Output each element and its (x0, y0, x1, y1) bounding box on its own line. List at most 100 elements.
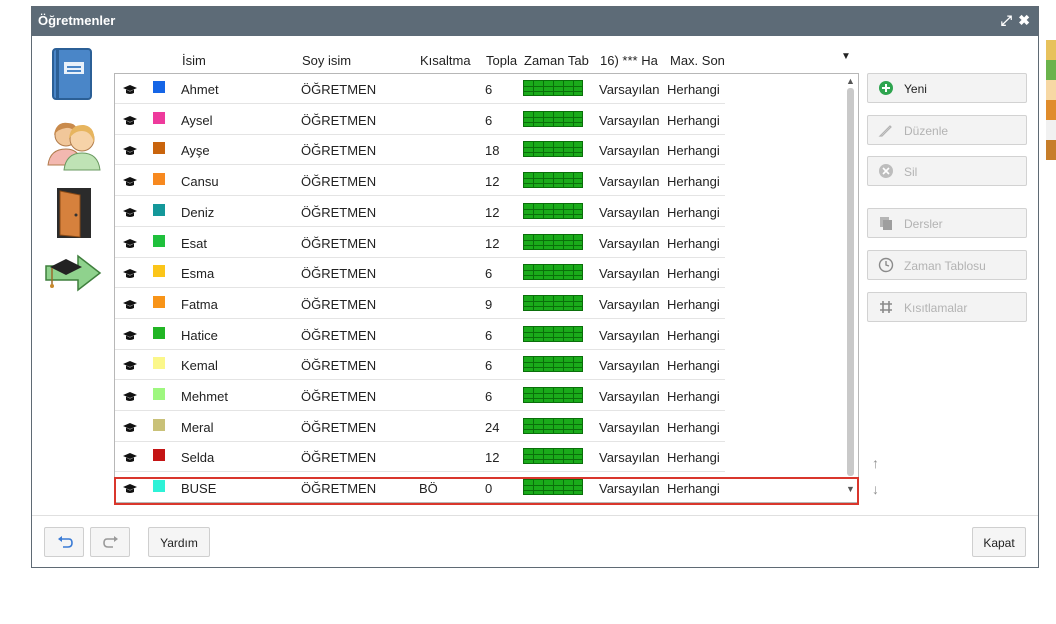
move-down-icon[interactable]: ↓ (872, 481, 879, 497)
background-app-edge (1046, 40, 1056, 160)
delete-button[interactable]: Sil (867, 156, 1027, 186)
cell-isim: Ayşe (181, 143, 210, 159)
teacher-cap-icon (123, 299, 137, 309)
edit-button[interactable]: Düzenle (867, 115, 1027, 145)
teacher-cap-icon (123, 453, 137, 463)
column-chooser-icon[interactable]: ▼ (841, 51, 851, 62)
table-row[interactable]: BUSE ÖĞRETMEN BÖ 0 Varsayılan Herhangi (115, 473, 725, 502)
constraints-button[interactable]: Kısıtlamalar (867, 292, 1027, 322)
cell-16-ha: Varsayılan (599, 327, 660, 343)
cell-soyisim: ÖĞRETMEN (301, 82, 377, 97)
col-kisaltma[interactable]: Kısaltma (420, 53, 482, 68)
close-button[interactable]: Kapat (972, 527, 1026, 557)
cell-max-son: Herhangi (667, 204, 720, 220)
col-soyisim[interactable]: Soy isim (302, 53, 382, 68)
table-row[interactable]: Aysel ÖĞRETMEN 6 Varsayılan Herhangi (115, 105, 725, 135)
cell-max-son: Herhangi (667, 450, 720, 466)
cell-16-ha: Varsayılan (599, 296, 660, 312)
help-button-label: Yardım (160, 536, 198, 550)
teacher-color-swatch (153, 418, 165, 431)
cell-toplam: 9 (485, 296, 493, 312)
timetable-preview (523, 356, 583, 373)
close-icon[interactable]: ✖ (1018, 12, 1030, 28)
col-zaman-tablosu[interactable]: Zaman Tab (524, 53, 596, 68)
scroll-up-icon[interactable]: ▲ (846, 76, 855, 86)
table-row[interactable]: Mehmet ÖĞRETMEN 6 Varsayılan Herhangi (115, 381, 725, 411)
move-up-icon[interactable]: ↑ (872, 455, 879, 471)
redo-button[interactable] (90, 527, 130, 557)
undo-icon (58, 536, 73, 548)
redo-icon (103, 536, 118, 548)
cell-toplam: 0 (485, 481, 493, 497)
col-max-son[interactable]: Max. Son (670, 53, 726, 68)
scrollbar-thumb[interactable] (847, 88, 854, 476)
cell-max-son: Herhangi (667, 389, 720, 404)
teacher-cap-icon (123, 85, 137, 94)
cell-toplam: 12 (485, 450, 500, 466)
timetable-preview (523, 80, 583, 96)
teacher-color-swatch (153, 265, 165, 278)
footer-divider (32, 515, 1038, 516)
table-row[interactable]: Esma ÖĞRETMEN 6 Varsayılan Herhangi (115, 258, 725, 289)
timetable-button[interactable]: Zaman Tablosu (867, 250, 1027, 280)
table-row[interactable]: Esat ÖĞRETMEN 12 Varsayılan Herhangi (115, 228, 725, 258)
table-row[interactable]: Fatma ÖĞRETMEN 9 Varsayılan Herhangi (115, 289, 725, 319)
new-button-label: Yeni (904, 82, 927, 96)
table-row[interactable]: Ayşe ÖĞRETMEN 18 Varsayılan Herhangi (115, 135, 725, 166)
cell-max-son: Herhangi (667, 327, 720, 343)
new-button[interactable]: Yeni (867, 73, 1027, 103)
table-row[interactable]: Ahmet ÖĞRETMEN 6 Varsayılan Herhangi (115, 74, 725, 104)
cell-soyisim: ÖĞRETMEN (301, 450, 377, 466)
table-row[interactable]: Kemal ÖĞRETMEN 6 Varsayılan Herhangi (115, 350, 725, 381)
scroll-down-icon[interactable]: ▼ (846, 484, 855, 494)
expand-icon[interactable]: ⤢ (1001, 12, 1012, 28)
table-row[interactable]: Selda ÖĞRETMEN 12 Varsayılan Herhangi (115, 442, 725, 473)
col-toplam[interactable]: Topla (486, 53, 520, 68)
dialog-title: Öğretmenler (38, 13, 116, 28)
hash-icon (880, 301, 892, 313)
col-isim[interactable]: İsim (182, 53, 262, 68)
cell-soyisim: ÖĞRETMEN (301, 389, 377, 404)
cell-toplam: 6 (485, 112, 493, 128)
teachers-icon[interactable] (46, 119, 102, 171)
cell-soyisim: ÖĞRETMEN (301, 419, 377, 435)
cell-toplam: 6 (485, 358, 493, 374)
cell-soyisim: ÖĞRETMEN (301, 112, 377, 128)
cell-isim: Aysel (181, 112, 213, 128)
teacher-color-swatch (153, 111, 165, 124)
timetable-preview (523, 233, 583, 250)
table-row[interactable]: Meral ÖĞRETMEN 24 Varsayılan Herhangi (115, 412, 725, 442)
undo-button[interactable] (44, 527, 84, 557)
cell-16-ha: Varsayılan (599, 143, 660, 159)
table-row[interactable]: Deniz ÖĞRETMEN 12 Varsayılan Herhangi (115, 197, 725, 227)
lessons-button[interactable]: Dersler (867, 208, 1027, 238)
teacher-cap-icon (123, 484, 137, 494)
teacher-color-swatch (153, 357, 165, 370)
door-icon[interactable] (56, 187, 92, 239)
timetable-preview (523, 417, 583, 434)
timetable-preview (523, 202, 583, 219)
table-row[interactable]: Cansu ÖĞRETMEN 12 Varsayılan Herhangi (115, 166, 725, 197)
cell-isim: Meral (181, 419, 214, 435)
cell-toplam: 12 (485, 174, 500, 190)
teacher-cap-icon (123, 361, 137, 371)
cell-max-son: Herhangi (667, 174, 720, 190)
cell-16-ha: Varsayılan (599, 235, 660, 251)
graduation-arrow-icon[interactable] (44, 253, 104, 293)
col-16-ha[interactable]: 16) *** Ha (600, 53, 666, 68)
cell-soyisim: ÖĞRETMEN (301, 327, 377, 343)
teacher-cap-icon (123, 422, 137, 432)
cell-soyisim: ÖĞRETMEN (301, 296, 377, 312)
delete-circle-icon (879, 164, 893, 178)
cell-soyisim: ÖĞRETMEN (301, 358, 377, 374)
cell-16-ha: Varsayılan (599, 481, 660, 497)
grid-scrollbar[interactable]: ▲ ▼ (843, 74, 858, 502)
book-icon[interactable] (52, 48, 92, 100)
lessons-button-label: Dersler (904, 217, 943, 231)
help-button[interactable]: Yardım (148, 527, 210, 557)
cell-max-son: Herhangi (667, 419, 720, 435)
table-row[interactable]: Hatice ÖĞRETMEN 6 Varsayılan Herhangi (115, 320, 725, 350)
cell-isim: Mehmet (181, 389, 228, 404)
timetable-preview (523, 387, 583, 403)
cell-isim: Kemal (181, 358, 218, 374)
